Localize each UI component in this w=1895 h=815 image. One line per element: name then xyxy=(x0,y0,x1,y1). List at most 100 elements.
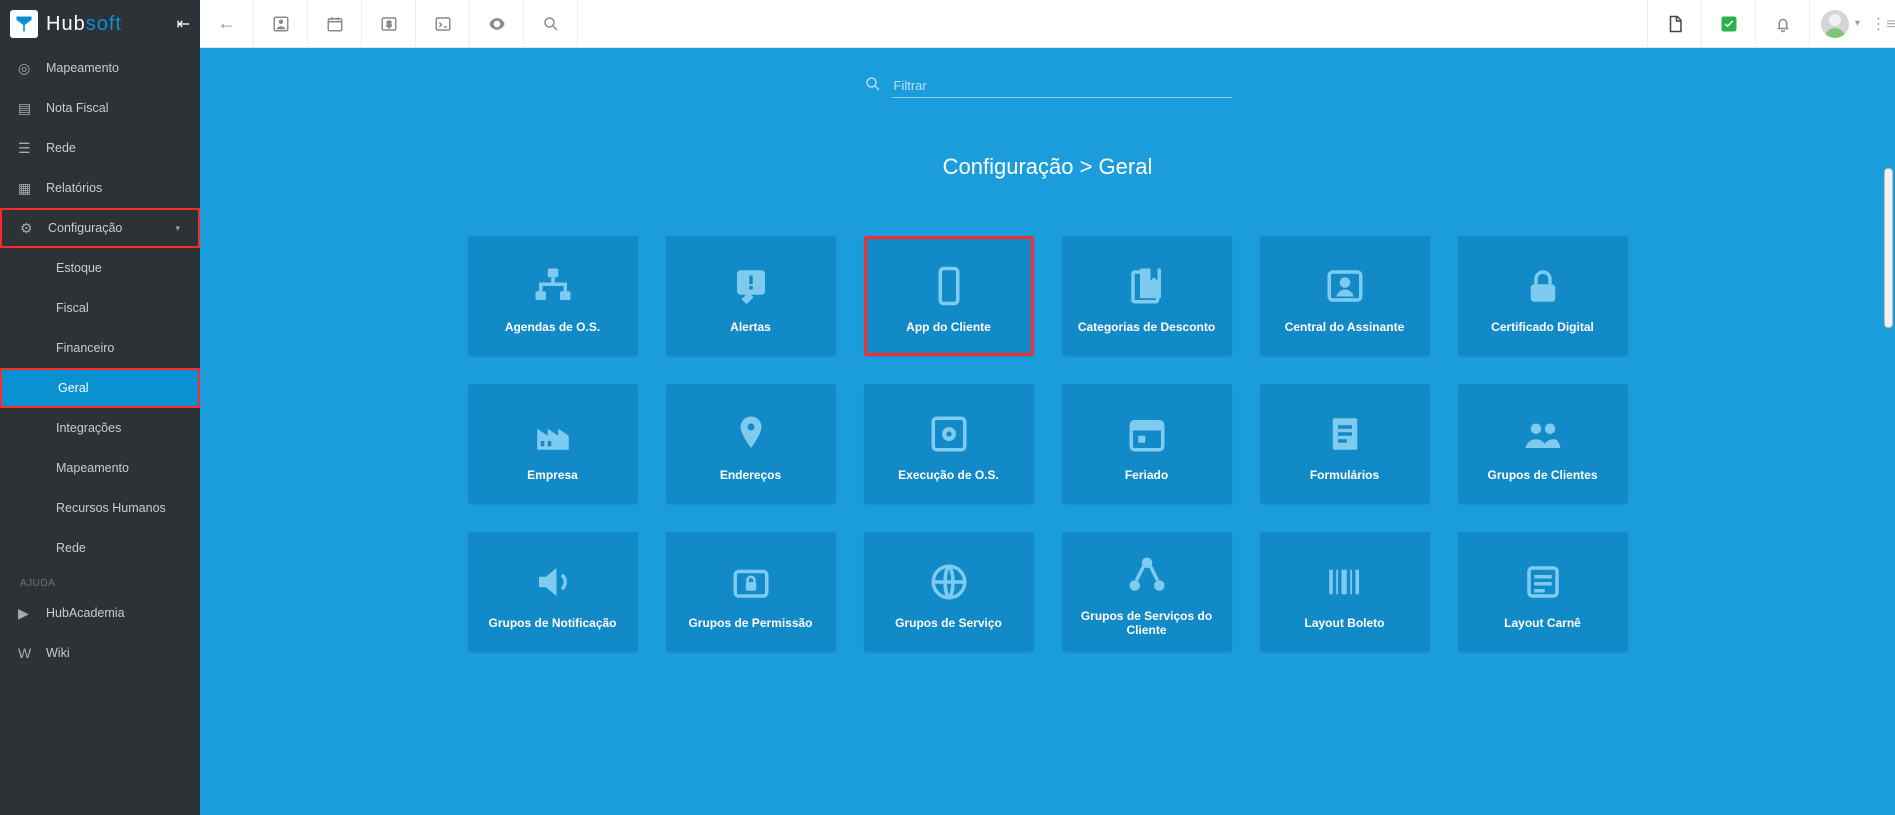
gear-icon: ⚙ xyxy=(20,220,38,237)
filter-row xyxy=(200,48,1895,98)
card-layout-carn[interactable]: Layout Carnê xyxy=(1458,532,1628,652)
card-label: Endereços xyxy=(714,468,787,482)
sidebar-item-label: Financeiro xyxy=(56,341,114,355)
sidebar-item-mapeamento[interactable]: ◎ Mapeamento xyxy=(0,48,200,88)
brand-mark-icon xyxy=(10,10,38,38)
back-button[interactable]: ← xyxy=(200,0,254,48)
card-label: App do Cliente xyxy=(900,320,997,334)
card-label: Execução de O.S. xyxy=(892,468,1005,482)
sidebar-sub-mapeamento[interactable]: Mapeamento xyxy=(0,448,200,488)
doc-icon: ▦ xyxy=(18,180,36,197)
sidebar-collapse-icon[interactable]: ⇤ xyxy=(177,14,190,34)
sidebar-sub-integracoes[interactable]: Integrações xyxy=(0,408,200,448)
sidebar-item-label: Nota Fiscal xyxy=(46,101,109,115)
scrollbar-thumb[interactable] xyxy=(1884,168,1893,328)
org-icon xyxy=(532,258,574,314)
factory-icon xyxy=(532,406,574,462)
sidebar-item-label: Configuração xyxy=(48,221,122,235)
export-pdf-button[interactable] xyxy=(1647,0,1701,48)
sidebar-item-relatorios[interactable]: ▦ Relatórios xyxy=(0,168,200,208)
card-central-do-assinante[interactable]: Central do Assinante xyxy=(1260,236,1430,356)
sidebar-sub-estoque[interactable]: Estoque xyxy=(0,248,200,288)
card-grupos-de-servi-o[interactable]: Grupos de Serviço xyxy=(864,532,1034,652)
card-label: Categorias de Desconto xyxy=(1072,320,1221,334)
bookmarks-icon xyxy=(1126,258,1168,314)
card-label: Empresa xyxy=(521,468,584,482)
breadcrumb: Configuração > Geral xyxy=(200,154,1895,180)
card-formul-rios[interactable]: Formulários xyxy=(1260,384,1430,504)
card-label: Grupos de Notificação xyxy=(482,616,622,630)
card-alertas[interactable]: Alertas xyxy=(666,236,836,356)
sidebar-sub-recursos-humanos[interactable]: Recursos Humanos xyxy=(0,488,200,528)
sidebar-item-label: Recursos Humanos xyxy=(56,501,166,515)
sidebar-sub-rede[interactable]: Rede xyxy=(0,528,200,568)
sidebar-sub-geral[interactable]: Geral xyxy=(0,368,200,408)
card-certificado-digital[interactable]: Certificado Digital xyxy=(1458,236,1628,356)
card-label: Grupos de Serviços do Cliente xyxy=(1062,609,1232,637)
pin-icon: ◎ xyxy=(18,60,36,77)
profile-menu[interactable]: ▾ xyxy=(1809,0,1871,48)
main-area: ← $ xyxy=(200,0,1895,815)
brand-soft: soft xyxy=(86,13,122,35)
brand-logo[interactable]: Hubsoft ⇤ xyxy=(0,0,200,48)
sidebar-item-rede[interactable]: ☰ Rede xyxy=(0,128,200,168)
card-execu-o-de-o-s[interactable]: Execução de O.S. xyxy=(864,384,1034,504)
card-categorias-de-desconto[interactable]: Categorias de Desconto xyxy=(1062,236,1232,356)
card-label: Certificado Digital xyxy=(1485,320,1600,334)
calendar-button[interactable] xyxy=(308,0,362,48)
sidebar-item-label: Rede xyxy=(46,141,76,155)
calendar-icon xyxy=(1126,406,1168,462)
sidebar-sub-fiscal[interactable]: Fiscal xyxy=(0,288,200,328)
sidebar-help-heading: AJUDA xyxy=(0,568,200,593)
sidebar-item-nota-fiscal[interactable]: ▤ Nota Fiscal xyxy=(0,88,200,128)
sidebar-item-label: Mapeamento xyxy=(46,61,119,75)
notifications-button[interactable] xyxy=(1755,0,1809,48)
card-label: Agendas de O.S. xyxy=(499,320,606,334)
brand-hub: Hub xyxy=(46,13,86,35)
avatar-icon xyxy=(1821,10,1849,38)
user-button[interactable] xyxy=(254,0,308,48)
sidebar-item-configuracao[interactable]: ⚙ Configuração ▾ xyxy=(0,208,200,248)
barcode-icon xyxy=(1324,554,1366,610)
network-icon: ☰ xyxy=(18,140,36,157)
finance-button[interactable]: $ xyxy=(362,0,416,48)
filter-input[interactable] xyxy=(892,74,1232,98)
card-label: Central do Assinante xyxy=(1279,320,1411,334)
card-endere-os[interactable]: Endereços xyxy=(666,384,836,504)
card-label: Grupos de Clientes xyxy=(1481,468,1603,482)
card-feriado[interactable]: Feriado xyxy=(1062,384,1232,504)
sidebar-item-label: Fiscal xyxy=(56,301,89,315)
lock-icon xyxy=(1522,258,1564,314)
card-agendas-de-o-s[interactable]: Agendas de O.S. xyxy=(468,236,638,356)
card-grupos-de-servi-os-do-cliente[interactable]: Grupos de Serviços do Cliente xyxy=(1062,532,1232,652)
sidebar-item-label: Wiki xyxy=(46,646,70,660)
sidebar-item-wiki[interactable]: W Wiki xyxy=(0,633,200,673)
alert-icon xyxy=(730,258,772,314)
card-app-do-cliente[interactable]: App do Cliente xyxy=(864,236,1034,356)
wiki-icon: W xyxy=(18,645,36,661)
card-grupos-de-clientes[interactable]: Grupos de Clientes xyxy=(1458,384,1628,504)
sidebar-item-label: Relatórios xyxy=(46,181,102,195)
terminal-button[interactable] xyxy=(416,0,470,48)
sidebar-sub-financeiro[interactable]: Financeiro xyxy=(0,328,200,368)
sidebar: Hubsoft ⇤ ◎ Mapeamento ▤ Nota Fiscal ☰ R… xyxy=(0,0,200,815)
topbar: ← $ xyxy=(200,0,1895,48)
play-icon: ▶ xyxy=(18,605,36,622)
card-grupos-de-permiss-o[interactable]: Grupos de Permissão xyxy=(666,532,836,652)
card-grupos-de-notifica-o[interactable]: Grupos de Notificação xyxy=(468,532,638,652)
edge-list-icon[interactable]: ⋮≡ xyxy=(1871,0,1895,48)
status-ok-button[interactable] xyxy=(1701,0,1755,48)
visibility-button[interactable] xyxy=(470,0,524,48)
card-grid: Agendas de O.S. Alertas App do Cliente Cate… xyxy=(200,236,1895,652)
forms-icon xyxy=(1324,406,1366,462)
card-label: Feriado xyxy=(1119,468,1174,482)
sidebar-item-label: Mapeamento xyxy=(56,461,129,475)
card-empresa[interactable]: Empresa xyxy=(468,384,638,504)
card-label: Grupos de Permissão xyxy=(682,616,818,630)
search-button[interactable] xyxy=(524,0,578,48)
receipt-icon: ▤ xyxy=(18,100,36,117)
sidebar-item-label: Rede xyxy=(56,541,86,555)
sidebar-item-label: Integrações xyxy=(56,421,121,435)
card-layout-boleto[interactable]: Layout Boleto xyxy=(1260,532,1430,652)
sidebar-item-hubacademia[interactable]: ▶ HubAcademia xyxy=(0,593,200,633)
